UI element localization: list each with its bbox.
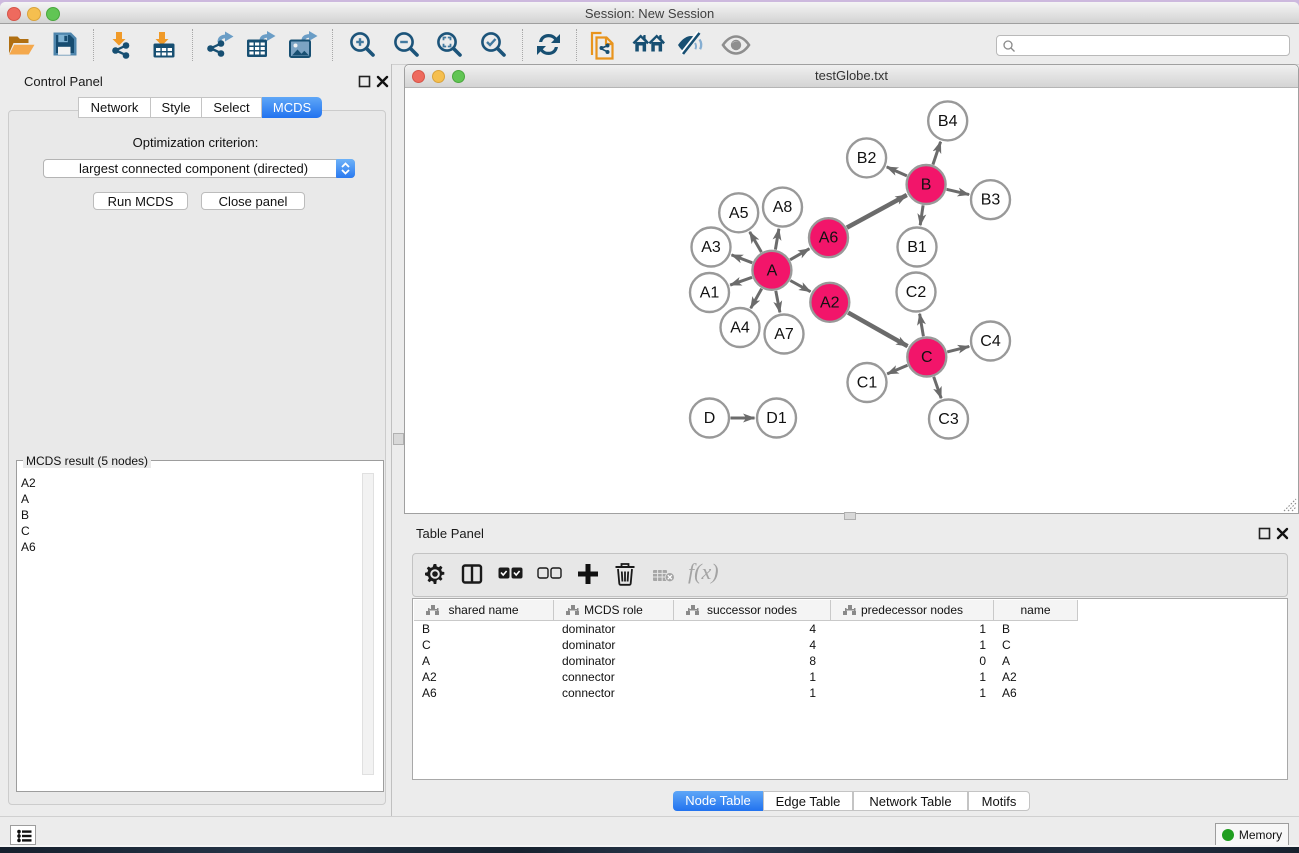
svg-text:B2: B2: [857, 150, 877, 167]
svg-text:A6: A6: [819, 230, 839, 247]
svg-text:C4: C4: [980, 333, 1001, 350]
svg-text:C1: C1: [857, 375, 878, 392]
svg-text:A5: A5: [729, 205, 749, 222]
svg-text:B: B: [921, 177, 932, 194]
svg-text:B4: B4: [938, 113, 958, 130]
svg-text:A4: A4: [730, 320, 750, 337]
svg-text:C3: C3: [938, 411, 959, 428]
svg-text:B1: B1: [907, 239, 927, 256]
svg-text:A: A: [767, 262, 778, 279]
svg-text:D: D: [704, 410, 716, 427]
svg-text:A3: A3: [701, 239, 721, 256]
svg-text:C: C: [921, 349, 933, 366]
svg-text:D1: D1: [766, 410, 787, 427]
svg-text:C2: C2: [906, 284, 927, 301]
svg-text:A7: A7: [774, 326, 794, 343]
svg-text:A8: A8: [773, 199, 793, 216]
svg-text:B3: B3: [981, 192, 1001, 209]
svg-text:A2: A2: [820, 294, 840, 311]
svg-text:A1: A1: [700, 285, 720, 302]
